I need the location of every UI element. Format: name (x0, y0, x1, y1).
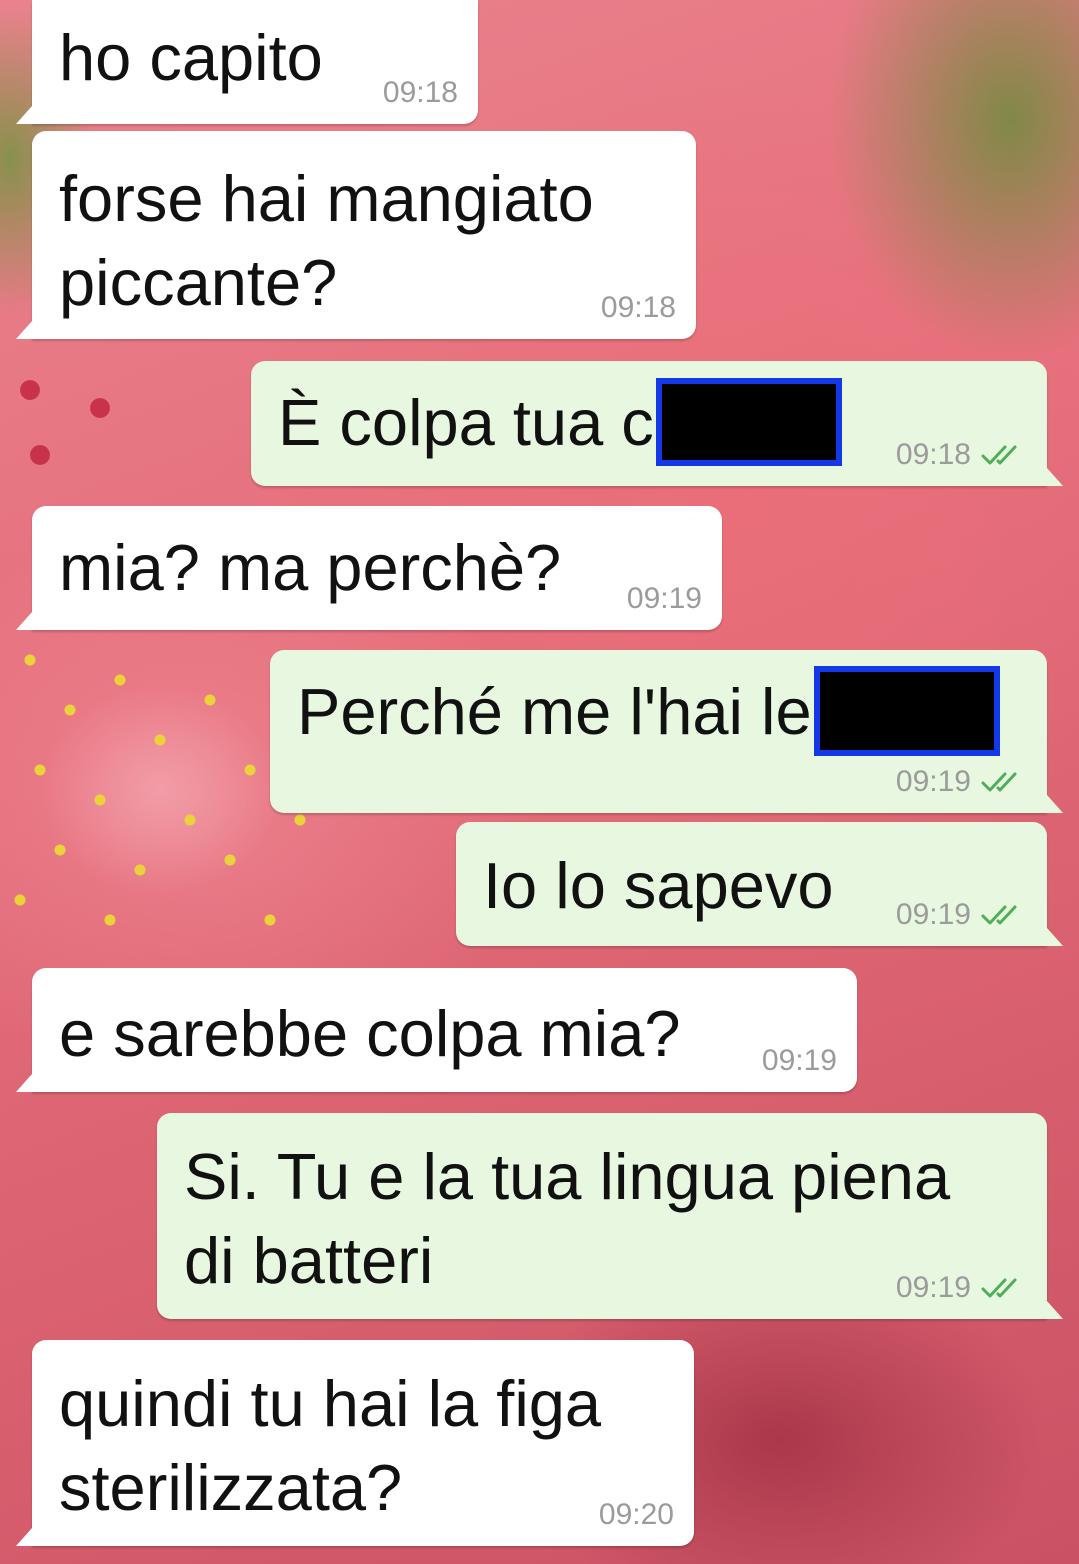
message-meta: 09:18 (896, 438, 1027, 472)
message-text-visible: Perché me l'hai le (297, 675, 812, 748)
message-text: ho capito (59, 21, 323, 94)
incoming-message[interactable]: e sarebbe colpa mia? 09:19 (16, 968, 857, 1092)
message-time: 09:18 (600, 291, 676, 324)
message-meta: 09:19 (896, 898, 1027, 932)
outgoing-message[interactable]: Si. Tu e la tua lingua piena di batteri … (157, 1113, 1063, 1319)
message-time: 09:18 (895, 438, 971, 471)
redaction-box (655, 377, 842, 466)
message-text: È colpa tua c (278, 377, 842, 472)
message-text: Perché me l'hai le (297, 665, 1000, 762)
incoming-message[interactable]: ho capito 09:18 (16, 0, 478, 124)
incoming-message[interactable]: quindi tu hai la figa sterilizzata? 09:2… (16, 1340, 694, 1546)
message-text: mia? ma perchè? (59, 531, 562, 604)
message-time: 09:19 (626, 582, 702, 615)
message-text: quindi tu hai la figa sterilizzata? (59, 1367, 602, 1524)
outgoing-message[interactable]: Perché me l'hai le 09:19 (270, 650, 1063, 813)
message-meta: 09:18 (383, 76, 458, 110)
message-meta: 09:20 (599, 1498, 674, 1532)
redaction-box (813, 665, 1000, 756)
message-meta: 09:19 (896, 1271, 1027, 1305)
message-time: 09:18 (382, 76, 458, 109)
incoming-message[interactable]: mia? ma perchè? 09:19 (16, 506, 722, 630)
message-time: 09:19 (895, 1271, 971, 1304)
message-text: e sarebbe colpa mia? (59, 997, 681, 1070)
incoming-message[interactable]: forse hai mangiato piccante? 09:18 (16, 131, 696, 339)
message-meta: 09:19 (627, 582, 702, 616)
message-time: 09:19 (761, 1044, 837, 1077)
message-time: 09:20 (598, 1498, 674, 1531)
message-text-visible: È colpa tua c (278, 386, 654, 459)
message-text: forse hai mangiato piccante? (59, 162, 594, 319)
double-check-icon (981, 772, 1017, 792)
message-meta: 09:19 (896, 765, 1027, 799)
double-check-icon (981, 445, 1017, 465)
message-text: Io lo sapevo (483, 849, 834, 922)
message-time: 09:19 (895, 765, 971, 798)
message-list[interactable]: ho capito 09:18 forse hai mangiato picca… (0, 0, 1079, 1564)
message-meta: 09:19 (762, 1044, 837, 1078)
outgoing-message[interactable]: Io lo sapevo 09:19 (456, 822, 1063, 946)
double-check-icon (981, 905, 1017, 925)
message-time: 09:19 (895, 898, 971, 931)
message-meta: 09:18 (601, 291, 676, 325)
message-text: Si. Tu e la tua lingua piena di batteri (184, 1140, 951, 1297)
double-check-icon (981, 1278, 1017, 1298)
outgoing-message[interactable]: È colpa tua c 09:18 (251, 361, 1063, 486)
